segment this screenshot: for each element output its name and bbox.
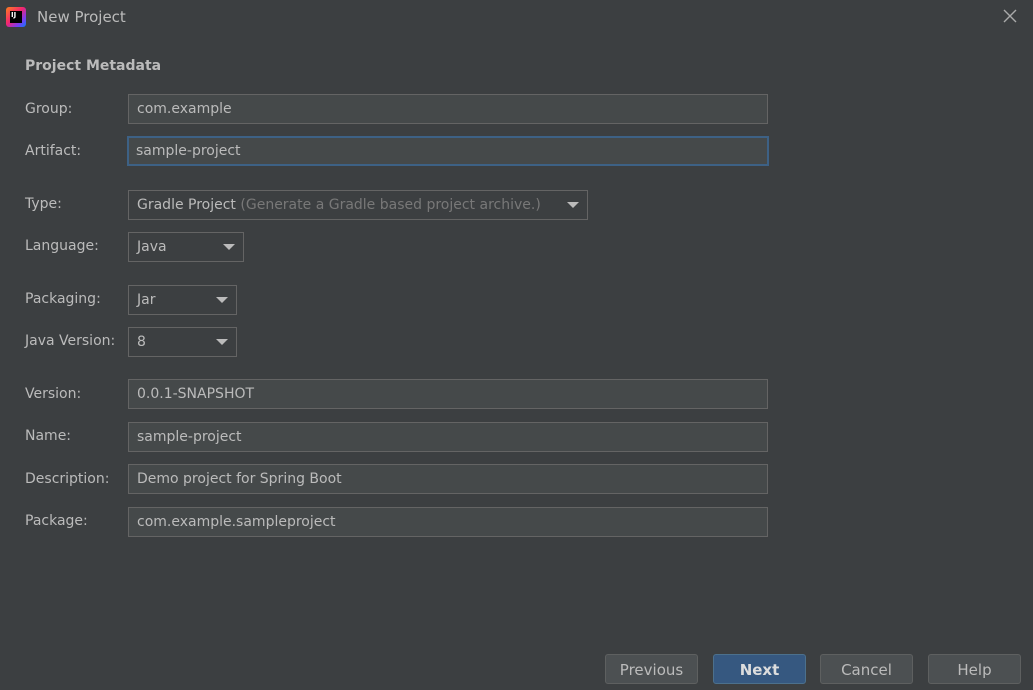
java-version-label: Java Version: bbox=[25, 333, 116, 349]
type-value: Gradle Project bbox=[137, 197, 236, 213]
description-label: Description: bbox=[25, 471, 110, 487]
previous-button[interactable]: Previous bbox=[605, 654, 698, 684]
type-label: Type: bbox=[25, 196, 62, 212]
packaging-label: Packaging: bbox=[25, 291, 101, 307]
close-icon[interactable] bbox=[1002, 8, 1018, 24]
title-bar: IJ New Project bbox=[0, 0, 1033, 36]
cancel-button[interactable]: Cancel bbox=[820, 654, 913, 684]
chevron-down-icon bbox=[216, 297, 228, 303]
help-button[interactable]: Help bbox=[928, 654, 1021, 684]
package-label: Package: bbox=[25, 513, 88, 529]
name-label: Name: bbox=[25, 428, 72, 444]
next-button[interactable]: Next bbox=[713, 654, 806, 684]
group-field[interactable]: com.example bbox=[128, 94, 768, 124]
type-dropdown[interactable]: Gradle Project (Generate a Gradle based … bbox=[128, 190, 588, 220]
language-dropdown[interactable]: Java bbox=[128, 232, 244, 262]
artifact-field[interactable]: sample-project bbox=[127, 136, 769, 166]
artifact-label: Artifact: bbox=[25, 143, 82, 159]
language-label: Language: bbox=[25, 238, 99, 254]
intellij-logo-icon: IJ bbox=[6, 7, 26, 27]
description-field[interactable]: Demo project for Spring Boot bbox=[128, 464, 768, 494]
window-title: New Project bbox=[37, 8, 126, 26]
section-title: Project Metadata bbox=[25, 58, 162, 74]
version-field[interactable]: 0.0.1-SNAPSHOT bbox=[128, 379, 768, 409]
package-field[interactable]: com.example.sampleproject bbox=[128, 507, 768, 537]
packaging-value: Jar bbox=[137, 292, 156, 308]
type-hint: (Generate a Gradle based project archive… bbox=[240, 197, 541, 213]
group-label: Group: bbox=[25, 101, 73, 117]
chevron-down-icon bbox=[216, 339, 228, 345]
java-version-value: 8 bbox=[137, 334, 146, 350]
chevron-down-icon bbox=[567, 202, 579, 208]
name-field[interactable]: sample-project bbox=[128, 422, 768, 452]
language-value: Java bbox=[137, 239, 167, 255]
chevron-down-icon bbox=[223, 244, 235, 250]
java-version-dropdown[interactable]: 8 bbox=[128, 327, 237, 357]
version-label: Version: bbox=[25, 386, 82, 402]
packaging-dropdown[interactable]: Jar bbox=[128, 285, 237, 315]
